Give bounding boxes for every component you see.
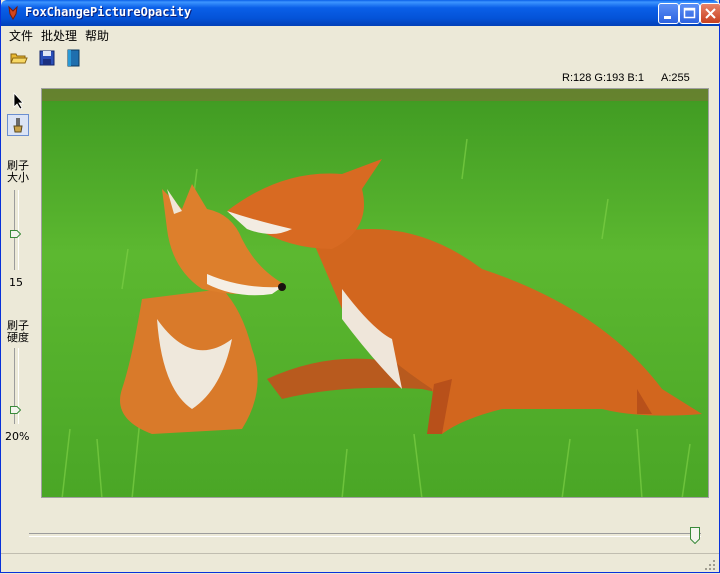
fox-app-icon [8, 5, 18, 20]
brush-icon [13, 118, 23, 133]
menu-batch[interactable]: 批处理 [41, 27, 77, 44]
save-icon[interactable] [37, 48, 57, 68]
minimize-icon [664, 16, 671, 19]
image-canvas[interactable] [41, 88, 709, 498]
app-window: FoxChangePictureOpacity 文件 批处理 帮助 R:128 … [0, 0, 720, 573]
close-icon [705, 8, 716, 19]
brush-size-label: 刷子 大小 [7, 159, 29, 184]
brush-size-value: 15 [9, 276, 23, 289]
status-bar [1, 553, 719, 574]
rgb-readout: R:128 G:193 B:1 [562, 72, 644, 84]
window-title: FoxChangePictureOpacity [25, 5, 192, 19]
resize-grip-icon[interactable] [704, 559, 716, 571]
menu-file[interactable]: 文件 [9, 27, 33, 44]
brush-tool-button[interactable] [7, 114, 29, 136]
menu-bar: 文件 批处理 帮助 [1, 26, 719, 44]
fox-photo [42, 89, 708, 497]
maximize-icon [683, 7, 696, 19]
opacity-slider-track[interactable] [29, 533, 701, 537]
pointer-icon[interactable] [12, 92, 26, 110]
toolbar [1, 46, 719, 70]
title-bar[interactable]: FoxChangePictureOpacity [1, 0, 720, 26]
brush-hardness-label: 刷子 硬度 [7, 319, 29, 344]
open-folder-icon[interactable] [9, 48, 29, 68]
maximize-button[interactable] [679, 3, 700, 24]
minimize-button[interactable] [658, 3, 679, 24]
book-icon[interactable] [64, 48, 84, 68]
brush-hardness-value: 20% [5, 430, 30, 443]
opacity-slider-thumb[interactable] [690, 527, 700, 544]
close-button[interactable] [700, 3, 720, 24]
brush-hardness-thumb[interactable] [10, 406, 21, 414]
menu-help[interactable]: 帮助 [85, 27, 109, 44]
brush-size-thumb[interactable] [10, 230, 21, 238]
alpha-readout: A:255 [661, 72, 690, 84]
